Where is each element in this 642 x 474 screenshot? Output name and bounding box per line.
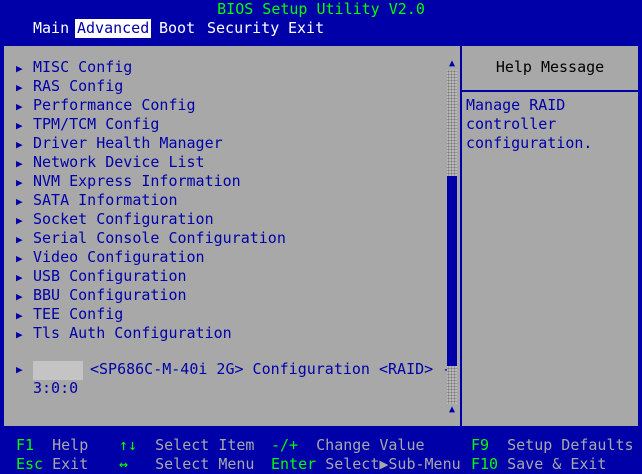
scroll-thumb[interactable] bbox=[447, 176, 457, 366]
menu-item-ras-config[interactable]: ▶ RAS Config bbox=[16, 77, 123, 96]
submenu-arrow-icon: ▶ bbox=[16, 214, 23, 227]
settings-list: ▶ MISC Config ▶ RAS Config ▶ Performance Co… bbox=[4, 46, 460, 426]
menu-item-nvm-express-information[interactable]: ▶ NVM Express Information bbox=[16, 172, 241, 191]
menu-item-video-configuration[interactable]: ▶ Video Configuration bbox=[16, 248, 205, 267]
menu-bar: Main Advanced Boot Security Exit bbox=[0, 19, 642, 38]
help-panel: Help Message Manage RAID controller conf… bbox=[462, 46, 638, 426]
tab-exit[interactable]: Exit bbox=[286, 19, 326, 38]
legend-f9: F9 Setup Defaults bbox=[471, 436, 634, 454]
menu-item-usb-configuration[interactable]: ▶ USB Configuration bbox=[16, 267, 187, 286]
submenu-arrow-icon: ▶ bbox=[16, 252, 23, 265]
help-text: Manage RAID controller configuration. bbox=[466, 96, 593, 152]
menu-item-tls-auth-configuration[interactable]: ▶ Tls Auth Configuration bbox=[16, 324, 232, 343]
main-panel: ▶ MISC Config ▶ RAS Config ▶ Performance Co… bbox=[2, 44, 640, 428]
key-legend: F1 Help ↑↓ Select Item -/+ Change Value … bbox=[0, 436, 642, 474]
tab-advanced[interactable]: Advanced bbox=[75, 19, 152, 38]
menu-item-network-device-list[interactable]: ▶ Network Device List bbox=[16, 153, 205, 172]
submenu-arrow-icon: ▶ bbox=[16, 176, 23, 189]
help-separator bbox=[462, 90, 638, 92]
menu-item-performance-config[interactable]: ▶ Performance Config bbox=[16, 96, 196, 115]
menu-item-sata-information[interactable]: ▶ SATA Information bbox=[16, 191, 178, 210]
submenu-arrow-icon: ▶ bbox=[16, 309, 23, 322]
submenu-arrow-icon: ▶ bbox=[16, 233, 23, 246]
submenu-arrow-icon: ▶ bbox=[16, 363, 23, 376]
menu-item-tee-config[interactable]: ▶ TEE Config bbox=[16, 305, 123, 324]
menu-item-driver-health-manager[interactable]: ▶ Driver Health Manager bbox=[16, 134, 223, 153]
legend-minus-plus: -/+ Change Value bbox=[271, 436, 425, 454]
menu-item-serial-console-configuration[interactable]: ▶ Serial Console Configuration bbox=[16, 229, 286, 248]
submenu-arrow-icon: ▶ bbox=[16, 195, 23, 208]
menu-item-socket-configuration[interactable]: ▶ Socket Configuration bbox=[16, 210, 214, 229]
scroll-up-arrow-icon[interactable]: ▲ bbox=[447, 58, 457, 70]
submenu-arrow-icon: ▶ bbox=[16, 138, 23, 151]
submenu-arrow-icon: ▶ bbox=[16, 100, 23, 113]
legend-left-right: ↔ Select Menu bbox=[119, 455, 255, 473]
bios-title: BIOS Setup Utility V2.0 bbox=[217, 0, 425, 18]
legend-f1: F1 Help bbox=[16, 436, 89, 454]
scrollbar[interactable]: ▲ ▲ bbox=[447, 58, 457, 416]
menu-item-tpm-tcm-config[interactable]: ▶ TPM/TCM Config bbox=[16, 115, 159, 134]
legend-f10: F10 Save & Exit bbox=[471, 455, 607, 473]
submenu-arrow-icon: ▶ bbox=[16, 271, 23, 284]
legend-arrows: ↑↓ Select Item bbox=[119, 436, 255, 454]
scroll-down-arrow-icon[interactable]: ▲ bbox=[447, 404, 457, 416]
help-title: Help Message bbox=[495, 58, 605, 76]
raid-item-label-cont: 3:0:0 bbox=[33, 379, 79, 397]
redacted-block bbox=[33, 361, 83, 380]
submenu-arrow-icon: ▶ bbox=[16, 328, 23, 341]
raid-item-label: <SP686C-M-40i 2G> Configuration <RAID> - bbox=[90, 360, 452, 378]
tab-main[interactable]: Main bbox=[31, 19, 71, 38]
submenu-arrow-icon: ▶ bbox=[16, 62, 23, 75]
legend-enter: Enter Select▶Sub-Menu bbox=[271, 455, 461, 473]
submenu-arrow-icon: ▶ bbox=[16, 157, 23, 170]
menu-item-bbu-configuration[interactable]: ▶ BBU Configuration bbox=[16, 286, 187, 305]
submenu-arrow-icon: ▶ bbox=[16, 119, 23, 132]
submenu-arrow-icon: ▶ bbox=[16, 81, 23, 94]
tab-security[interactable]: Security bbox=[205, 19, 281, 38]
submenu-arrow-icon: ▶ bbox=[16, 290, 23, 303]
tab-boot[interactable]: Boot bbox=[157, 19, 197, 38]
menu-item-misc-config[interactable]: ▶ MISC Config bbox=[16, 58, 132, 77]
legend-esc: Esc Exit bbox=[16, 455, 89, 473]
